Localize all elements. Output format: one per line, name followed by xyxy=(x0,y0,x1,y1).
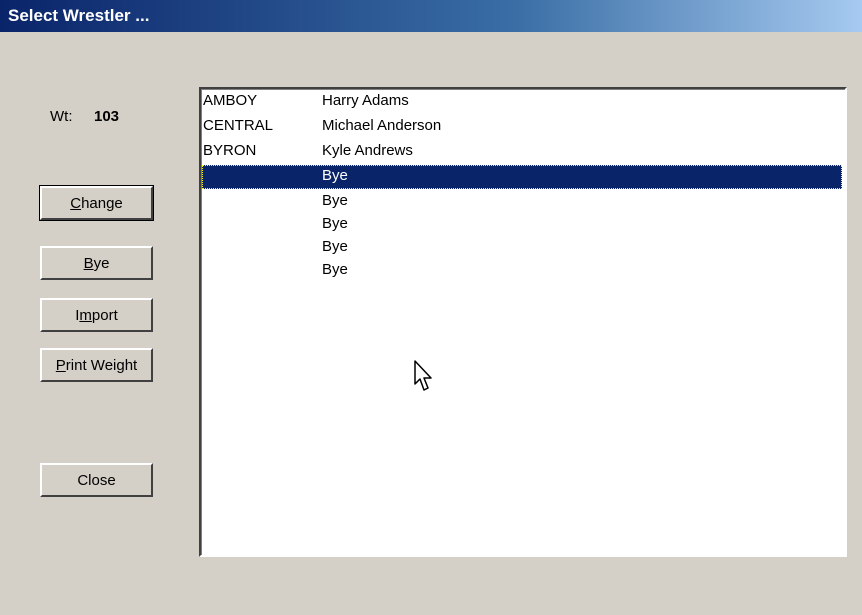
print-weight-button-accel: P xyxy=(55,356,66,374)
wrestler-row[interactable]: Bye xyxy=(202,190,842,214)
wrestler-row-selected[interactable]: Bye xyxy=(202,165,842,189)
arrow-cursor-icon xyxy=(414,360,432,391)
weight-label: Wt: xyxy=(50,108,73,125)
wrestler-name: Bye xyxy=(322,238,348,255)
wrestler-row[interactable]: BYRON Kyle Andrews xyxy=(202,140,842,164)
close-button-label: Close xyxy=(77,471,116,489)
wrestler-name: Bye xyxy=(322,261,348,278)
bye-button-label: ye xyxy=(93,254,110,272)
wrestler-team: AMBOY xyxy=(203,92,258,109)
wrestler-name: Harry Adams xyxy=(322,92,409,109)
weight-value: 103 xyxy=(94,108,120,125)
title-bar[interactable]: Select Wrestler ... xyxy=(0,0,862,32)
change-button-label: hange xyxy=(81,194,123,212)
wrestler-name: Kyle Andrews xyxy=(322,142,413,159)
change-button[interactable]: Change xyxy=(39,185,154,221)
wrestler-team: BYRON xyxy=(203,142,257,159)
wrestler-row[interactable]: Bye xyxy=(202,213,842,237)
window-title: Select Wrestler ... xyxy=(8,6,150,25)
wrestler-team: CENTRAL xyxy=(203,117,274,134)
wrestler-row[interactable]: Bye xyxy=(202,236,842,260)
import-button-label: port xyxy=(91,306,118,324)
print-weight-button-label: rint Weight xyxy=(65,356,138,374)
import-button-accel: m xyxy=(79,306,92,324)
wrestler-name: Bye xyxy=(322,215,348,232)
wrestler-name: Bye xyxy=(322,167,348,184)
close-button[interactable]: Close xyxy=(40,463,153,497)
wrestler-name: Bye xyxy=(322,192,348,209)
wrestler-row[interactable]: AMBOY Harry Adams xyxy=(202,90,842,114)
wrestler-row[interactable]: CENTRAL Michael Anderson xyxy=(202,115,842,139)
wrestler-name: Michael Anderson xyxy=(322,117,442,134)
wrestler-list[interactable]: AMBOY Harry Adams CENTRAL Michael Anders… xyxy=(199,87,847,557)
select-wrestler-dialog: Select Wrestler ... Wt: 103 Change Bye I… xyxy=(0,0,862,615)
change-button-accel: C xyxy=(70,194,82,212)
import-button[interactable]: Im port xyxy=(40,298,153,332)
bye-button[interactable]: Bye xyxy=(40,246,153,280)
print-weight-button[interactable]: Print Weight xyxy=(40,348,153,382)
wrestler-row[interactable]: Bye xyxy=(202,259,842,283)
bye-button-accel: B xyxy=(83,254,94,272)
